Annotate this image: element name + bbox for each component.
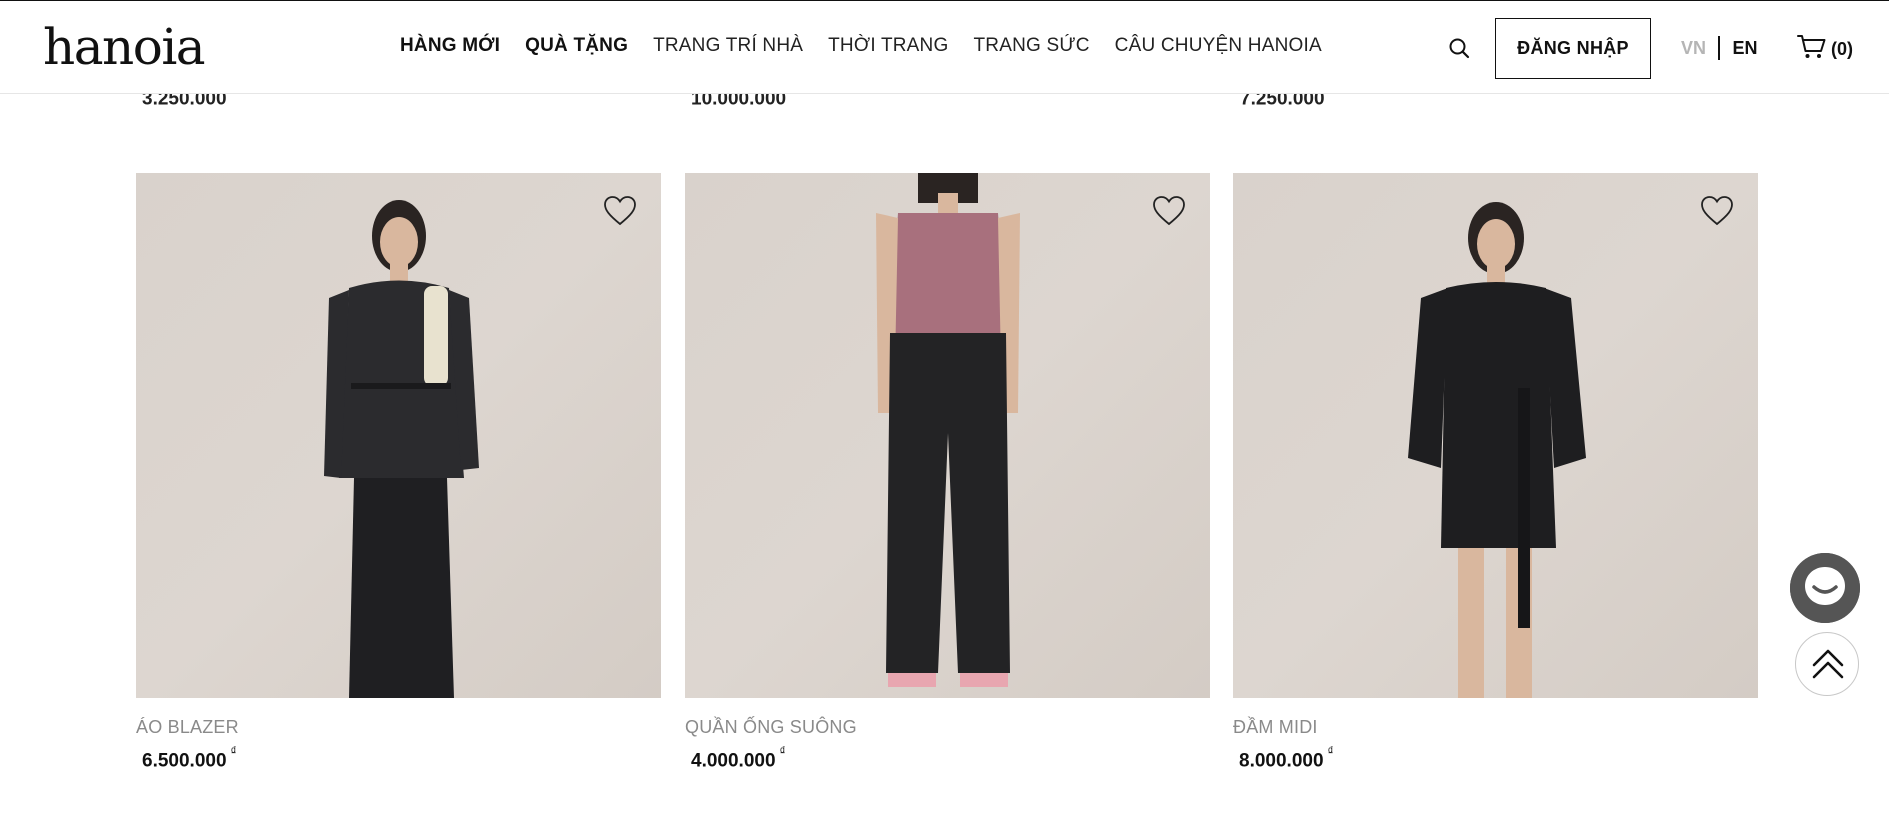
nav-item-gifts[interactable]: QUÀ TẶNG	[525, 35, 628, 57]
model-figure	[323, 200, 479, 698]
model-figure	[1407, 202, 1586, 698]
nav-item-fashion[interactable]: THỜI TRANG	[828, 35, 948, 57]
search-icon[interactable]	[1448, 37, 1470, 59]
product-price: 8.000.000 ₫	[1239, 744, 1334, 772]
cart-count: (0)	[1831, 39, 1853, 59]
product-image[interactable]	[136, 173, 661, 698]
lang-vn[interactable]: VN	[1681, 38, 1706, 59]
lang-divider	[1718, 36, 1720, 60]
main-nav: HÀNG MỚI QUÀ TẶNG TRANG TRÍ NHÀ THỜI TRA…	[400, 35, 1347, 57]
login-button[interactable]: ĐĂNG NHẬP	[1495, 18, 1651, 79]
product-name[interactable]: QUẦN ỐNG SUÔNG	[685, 717, 1210, 738]
heart-icon[interactable]	[1700, 195, 1734, 227]
nav-item-home-decor[interactable]: TRANG TRÍ NHÀ	[653, 35, 803, 57]
model-figure	[875, 173, 1020, 687]
cart-button[interactable]: (0)	[1797, 34, 1853, 65]
product-image[interactable]	[1233, 173, 1758, 698]
product-card[interactable]: ÁO BLAZER 6.500.000 ₫	[136, 173, 661, 772]
chat-icon[interactable]	[1790, 553, 1860, 623]
product-image[interactable]	[685, 173, 1210, 698]
product-name[interactable]: ÁO BLAZER	[136, 717, 661, 738]
nav-item-new[interactable]: HÀNG MỚI	[400, 35, 500, 57]
product-price: 6.500.000 ₫	[142, 744, 237, 772]
nav-item-jewelry[interactable]: TRANG SỨC	[973, 35, 1089, 57]
double-chevron-up-icon[interactable]	[1795, 632, 1859, 696]
heart-icon[interactable]	[1152, 195, 1186, 227]
product-name[interactable]: ĐẦM MIDI	[1233, 717, 1758, 738]
brand-logo[interactable]: hanoia	[43, 17, 206, 77]
site-header: hanoia HÀNG MỚI QUÀ TẶNG TRANG TRÍ NHÀ T…	[0, 1, 1889, 94]
language-switcher: VN EN	[1681, 36, 1758, 60]
product-card[interactable]: ĐẦM MIDI 8.000.000 ₫	[1233, 173, 1758, 772]
product-price: 4.000.000 ₫	[691, 744, 786, 772]
heart-icon[interactable]	[603, 195, 637, 227]
nav-item-story[interactable]: CÂU CHUYỆN HANOIA	[1115, 35, 1322, 57]
lang-en[interactable]: EN	[1733, 38, 1758, 59]
product-card[interactable]: QUẦN ỐNG SUÔNG 4.000.000 ₫	[685, 173, 1210, 772]
cart-icon	[1797, 34, 1831, 65]
